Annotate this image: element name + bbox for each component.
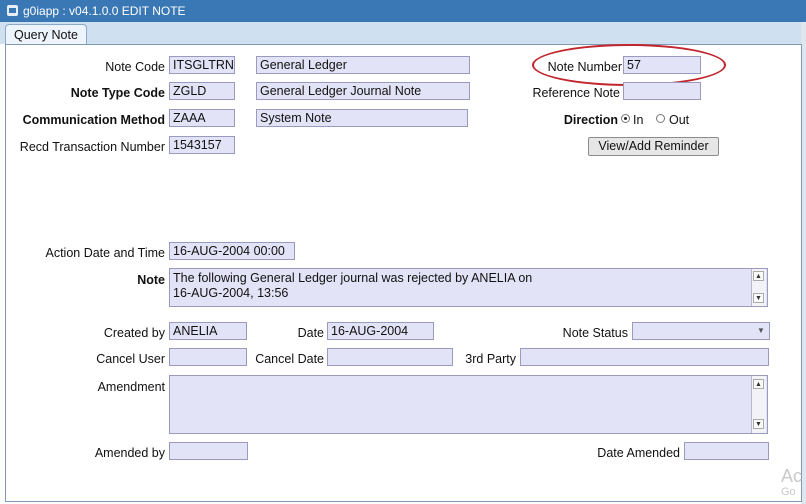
recd-transaction-number-field[interactable]: 1543157 <box>169 136 235 154</box>
note-code-label: Note Code <box>105 60 165 74</box>
third-party-field[interactable] <box>520 348 769 366</box>
note-textarea[interactable]: The following General Ledger journal was… <box>169 268 768 307</box>
tab-strip <box>0 22 806 44</box>
reference-note-field[interactable] <box>623 82 701 100</box>
view-add-reminder-button[interactable]: View/Add Reminder <box>588 137 719 156</box>
watermark-line-1: Ac <box>781 466 803 486</box>
cancel-date-field[interactable] <box>327 348 453 366</box>
arrow-up-icon[interactable]: ▲ <box>753 271 764 281</box>
communication-method-label: Communication Method <box>22 113 165 127</box>
arrow-down-icon[interactable]: ▼ <box>753 419 764 429</box>
window-title: g0iapp : v04.1.0.0 EDIT NOTE <box>23 4 186 18</box>
note-code-description: General Ledger <box>256 56 470 74</box>
third-party-label: 3rd Party <box>465 352 516 366</box>
note-type-code-label: Note Type Code <box>70 86 165 100</box>
app-window-icon <box>7 5 18 16</box>
action-date-time-label: Action Date and Time <box>45 246 165 260</box>
note-status-select[interactable] <box>632 322 770 340</box>
created-by-label: Created by <box>103 326 165 340</box>
note-status-label: Note Status <box>562 326 628 340</box>
created-by-field[interactable]: ANELIA <box>169 322 247 340</box>
tab-query-note[interactable]: Query Note <box>5 24 87 45</box>
note-code-field[interactable]: ITSGLTRN <box>169 56 235 74</box>
note-line-2: 16-AUG-2004, 13:56 <box>173 286 289 300</box>
highlight-oval <box>532 44 726 86</box>
recd-transaction-number-label: Recd Transaction Number <box>19 140 165 154</box>
cancel-user-field[interactable] <box>169 348 247 366</box>
action-date-time-field[interactable]: 16-AUG-2004 00:00 <box>169 242 295 260</box>
note-type-description: General Ledger Journal Note <box>256 82 470 100</box>
amended-by-label: Amended by <box>94 446 165 460</box>
date-amended-field[interactable] <box>684 442 769 460</box>
direction-out-label: Out <box>669 113 690 127</box>
amendment-scrollbar[interactable]: ▲ ▼ <box>751 376 766 433</box>
direction-label: Direction <box>563 113 618 127</box>
cancel-user-label: Cancel User <box>96 352 165 366</box>
date-amended-label: Date Amended <box>597 446 680 460</box>
arrow-down-icon[interactable]: ▼ <box>753 293 764 303</box>
reference-note-label: Reference Note <box>532 86 620 100</box>
note-label: Note <box>137 273 165 287</box>
amended-by-field[interactable] <box>169 442 248 460</box>
title-bar: g0iapp : v04.1.0.0 EDIT NOTE <box>0 0 806 22</box>
communication-method-field[interactable]: ZAAA <box>169 109 235 127</box>
direction-out-radio[interactable] <box>656 114 665 123</box>
direction-in-radio[interactable] <box>621 114 630 123</box>
note-scrollbar[interactable]: ▲ ▼ <box>751 269 766 306</box>
note-line-1: The following General Ledger journal was… <box>173 271 533 285</box>
chevron-down-icon[interactable]: ▼ <box>753 323 769 339</box>
cancel-date-label: Cancel Date <box>255 352 324 366</box>
date-field[interactable]: 16-AUG-2004 <box>327 322 434 340</box>
communication-method-description: System Note <box>256 109 468 127</box>
amendment-label: Amendment <box>97 380 165 394</box>
arrow-up-icon[interactable]: ▲ <box>753 379 764 389</box>
date-label: Date <box>297 326 324 340</box>
watermark-line-2: Go <box>781 486 796 498</box>
amendment-textarea[interactable] <box>169 375 768 434</box>
direction-in-label: In <box>633 113 644 127</box>
note-type-code-field[interactable]: ZGLD <box>169 82 235 100</box>
